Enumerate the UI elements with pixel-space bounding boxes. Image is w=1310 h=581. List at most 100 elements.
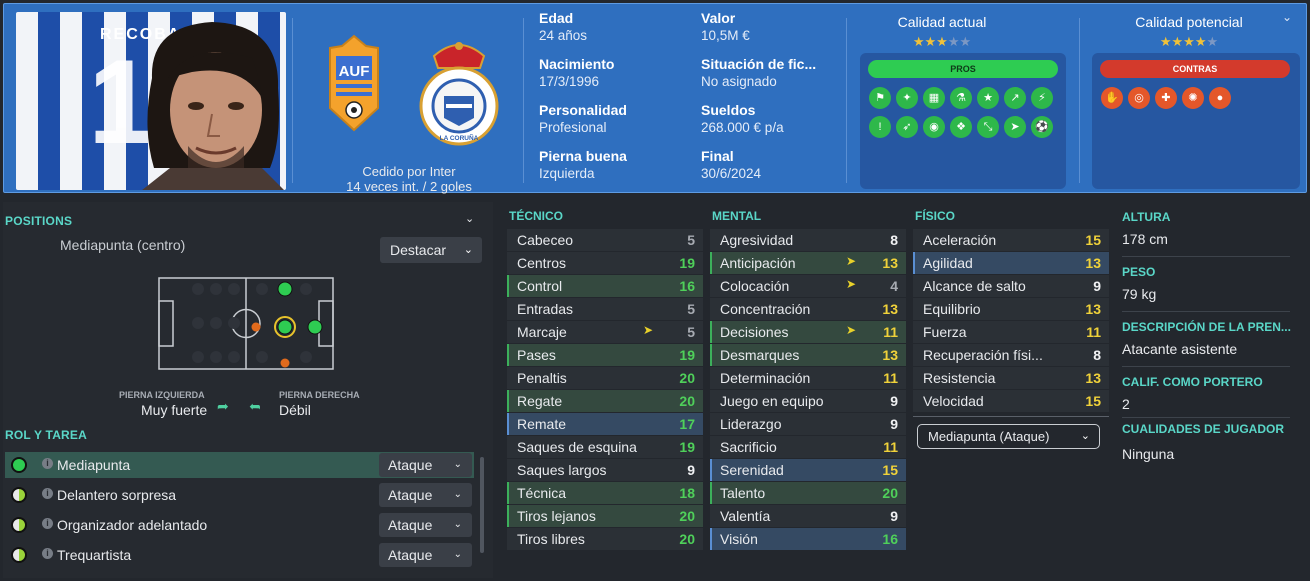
info-col-2: Valor 10,5M € Situación de fic... No asigna… [701,10,816,194]
boot-icon[interactable]: ➶ [896,116,918,138]
duty-dropdown[interactable]: Ataque ⌄ [379,543,472,567]
info-icon[interactable]: i [42,518,53,529]
attribute-value: 19 [679,347,695,363]
role-row[interactable]: i Delantero sorpresa Ataque ⌄ [5,482,474,508]
attribute-row[interactable]: Regate 20 [507,390,703,412]
injury-icon[interactable]: ✺ [1182,87,1204,109]
attribute-row[interactable]: Técnica 18 [507,482,703,504]
attribute-row[interactable]: Concentración 13 [710,298,906,320]
info-value: 17/3/1996 [539,74,600,89]
attribute-value: 8 [1093,347,1101,363]
strike-icon[interactable]: ⚡ [1031,87,1053,109]
attribute-row[interactable]: Fuerza 11 [913,321,1109,343]
flask-icon[interactable]: ⚗ [950,87,972,109]
attribute-row[interactable]: Entradas 5 [507,298,703,320]
attribute-value: 9 [890,416,898,432]
team-icon[interactable]: ❖ [950,116,972,138]
target-icon[interactable]: ◎ [1128,87,1150,109]
pitch-icon[interactable]: ▦ [923,87,945,109]
role-row[interactable]: i Trequartista Ataque ⌄ [5,542,474,568]
attribute-row[interactable]: Centros 19 [507,252,703,274]
attribute-value: 19 [679,439,695,455]
attribute-row[interactable]: Agresividad 8 [710,229,906,251]
attribute-row[interactable]: Determinación 11 [710,367,906,389]
attribute-row[interactable]: Desmarques 13 [710,344,906,366]
position-pitch[interactable] [158,277,334,370]
role-select-dropdown[interactable]: Mediapunta (Ataque) ⌄ [917,424,1100,449]
attribute-row[interactable]: Pases 19 [507,344,703,366]
attribute-name: Liderazgo [720,416,782,432]
keeper-icon[interactable]: ✋ [1101,87,1123,109]
attribute-row[interactable]: Recuperación físi... 8 [913,344,1109,366]
attribute-value: 11 [883,439,898,455]
weight-value: 79 kg [1122,286,1157,302]
roles-scrollbar[interactable] [480,457,484,553]
contras-label: CONTRAS [1100,60,1290,78]
attribute-row[interactable]: Liderazgo 9 [710,413,906,435]
attribute-row[interactable]: Sacrificio 11 [710,436,906,458]
chevron-down-icon[interactable]: ⌄ [465,212,474,225]
attribute-row[interactable]: Equilibrio 13 [913,298,1109,320]
chevron-down-icon: ⌄ [453,519,462,530]
duty-dropdown[interactable]: Ataque ⌄ [379,513,472,537]
uruguay-badge[interactable]: AUF [326,34,382,138]
attribute-row[interactable]: Control 16 [507,275,703,297]
attribute-row[interactable]: Penaltis 20 [507,367,703,389]
collapse-chevron-icon[interactable]: ⌄ [1282,10,1292,24]
attribute-row[interactable]: Colocación 4 ➤ [710,275,906,297]
flag-icon[interactable]: ⚑ [869,87,891,109]
ball-icon[interactable]: ● [1209,87,1231,109]
info-label: Situación de fic... [701,56,817,72]
attribute-row[interactable]: Agilidad 13 [913,252,1109,274]
positions-title: POSITIONS [5,214,73,228]
attribute-row[interactable]: Serenidad 15 [710,459,906,481]
attribute-row[interactable]: Marcaje 5 ➤ [507,321,703,343]
info-icon[interactable]: i [42,458,53,469]
attribute-row[interactable]: Alcance de salto 9 [913,275,1109,297]
attribute-row[interactable]: Valentía 9 [710,505,906,527]
brain-icon[interactable]: ◉ [923,116,945,138]
role-row[interactable]: i Mediapunta Ataque ⌄ [5,452,474,478]
info-icon[interactable]: i [42,488,53,499]
cross-icon[interactable]: ✚ [1155,87,1177,109]
info-icon[interactable]: i [42,548,53,559]
attribute-row[interactable]: Aceleración 15 [913,229,1109,251]
trend-icon[interactable]: ↗ [1004,87,1026,109]
attribute-row[interactable]: Visión 16 [710,528,906,550]
attribute-value: 20 [882,485,898,501]
attribute-row[interactable]: Cabeceo 5 [507,229,703,251]
attribute-row[interactable]: Velocidad 15 [913,390,1109,412]
attribute-row[interactable]: Resistencia 13 [913,367,1109,389]
attribute-row[interactable]: Tiros lejanos 20 [507,505,703,527]
attribute-row[interactable]: Talento 20 [710,482,906,504]
attribute-row[interactable]: Anticipación 13 ➤ [710,252,906,274]
duty-dropdown[interactable]: Ataque ⌄ [379,453,472,477]
chevron-down-icon: ⌄ [1080,430,1090,442]
attribute-name: Tiros libres [517,531,585,547]
attribute-row[interactable]: Saques de esquina 19 [507,436,703,458]
ball-alert-icon[interactable]: ! [869,116,891,138]
club-badge[interactable]: LA CORUÑA [414,38,504,148]
highlight-dropdown[interactable]: Destacar ⌄ [380,237,482,263]
attribute-value: 18 [679,485,695,501]
loan-club[interactable]: Cedido por Inter [304,164,514,179]
attribute-row[interactable]: Juego en equipo 9 [710,390,906,412]
roles-title: ROL Y TAREA [5,428,87,442]
attribute-row[interactable]: Tiros libres 20 [507,528,703,550]
duty-label: Ataque [388,487,433,503]
role-name: Organizador adelantado [57,517,208,533]
tactic-icon[interactable]: ✦ [896,87,918,109]
role-suitability-icon [11,547,27,563]
duty-dropdown[interactable]: Ataque ⌄ [379,483,472,507]
run-icon[interactable]: ➤ [1004,116,1026,138]
star-icon[interactable]: ★ [977,87,999,109]
kick-icon[interactable]: ⚽ [1031,116,1053,138]
stretch-icon[interactable]: ⤡ [977,116,999,138]
attribute-row[interactable]: Saques largos 9 [507,459,703,481]
attribute-row[interactable]: Decisiones 11 ➤ [710,321,906,343]
attribute-row[interactable]: Remate 17 [507,413,703,435]
attribute-name: Desmarques [720,347,800,363]
attribute-name: Resistencia [923,370,996,386]
role-row[interactable]: i Organizador adelantado Ataque ⌄ [5,512,474,538]
attribute-name: Cabeceo [517,232,574,248]
